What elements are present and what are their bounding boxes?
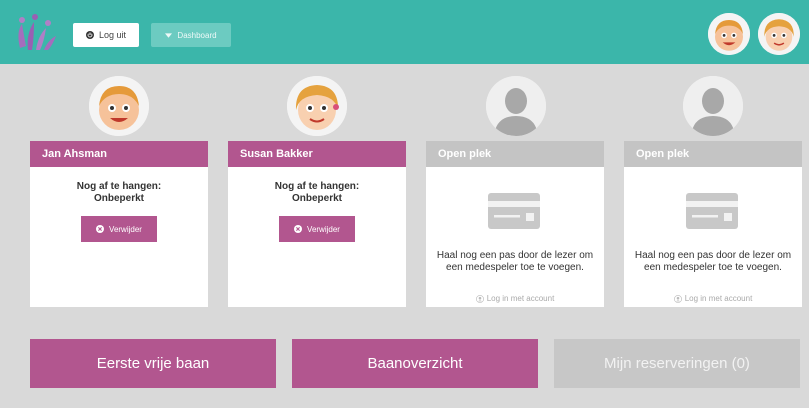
girl-avatar-icon bbox=[287, 76, 347, 136]
player-card-1: Jan Ahsman Nog af te hangen: Onbeperkt V… bbox=[30, 141, 208, 307]
boy-avatar-icon bbox=[708, 13, 750, 55]
boy-avatar-icon bbox=[89, 76, 149, 136]
remaining-value: Onbeperkt bbox=[291, 193, 342, 204]
caret-down-icon bbox=[165, 32, 173, 38]
player-avatar-jan-small[interactable] bbox=[708, 13, 750, 55]
empty-avatar bbox=[683, 76, 743, 136]
first-free-court-button[interactable]: Eerste vrije baan bbox=[30, 339, 276, 388]
remaining-title: Nog af te hangen: bbox=[76, 181, 162, 192]
court-overview-button[interactable]: Baanoverzicht bbox=[292, 339, 538, 388]
login-with-account-link[interactable]: Log in met account bbox=[426, 294, 604, 303]
person-silhouette-icon bbox=[683, 76, 743, 136]
login-label: Log in met account bbox=[486, 294, 555, 303]
card-reader-icon bbox=[488, 193, 540, 229]
player-avatar-jan bbox=[89, 76, 149, 136]
login-with-account-link[interactable]: Log in met account bbox=[624, 294, 802, 303]
dashboard-label: Dashboard bbox=[177, 30, 217, 40]
player-name: Susan Bakker bbox=[228, 141, 406, 167]
user-icon bbox=[673, 294, 682, 303]
open-slot-title: Open plek bbox=[624, 141, 802, 167]
remove-icon bbox=[294, 225, 303, 233]
empty-avatar bbox=[486, 76, 546, 136]
login-label: Log in met account bbox=[684, 294, 753, 303]
player-card-4: Open plek Haal nog een pas door de lezer… bbox=[624, 141, 802, 307]
logout-button[interactable]: Log uit bbox=[73, 23, 139, 47]
remaining-label: Nog af te hangen: Onbeperkt bbox=[30, 181, 208, 205]
person-silhouette-icon bbox=[486, 76, 546, 136]
remove-player-button[interactable]: Verwijder bbox=[81, 216, 157, 242]
player-card-3: Open plek Haal nog een pas door de lezer… bbox=[426, 141, 604, 307]
dashboard-button[interactable]: Dashboard bbox=[151, 23, 231, 47]
player-avatar-susan-small[interactable] bbox=[758, 13, 800, 55]
logo-icon bbox=[18, 14, 56, 50]
card-reader-icon bbox=[686, 193, 738, 229]
open-slot-instruction: Haal nog een pas door de lezer om een me… bbox=[436, 250, 594, 273]
player-card-2: Susan Bakker Nog af te hangen: Onbeperkt… bbox=[228, 141, 406, 307]
player-name: Jan Ahsman bbox=[30, 141, 208, 167]
my-reservations-button[interactable]: Mijn reserveringen (0) bbox=[554, 339, 800, 388]
remaining-title: Nog af te hangen: bbox=[274, 181, 360, 192]
remaining-value: Onbeperkt bbox=[93, 193, 144, 204]
remaining-label: Nog af te hangen: Onbeperkt bbox=[228, 181, 406, 205]
remove-label: Verwijder bbox=[307, 224, 340, 234]
power-icon bbox=[85, 31, 94, 39]
user-icon bbox=[475, 294, 484, 303]
girl-avatar-icon bbox=[758, 13, 800, 55]
open-slot-title: Open plek bbox=[426, 141, 604, 167]
player-avatar-susan bbox=[287, 76, 347, 136]
logout-label: Log uit bbox=[98, 30, 127, 40]
remove-icon bbox=[96, 225, 105, 233]
top-bar: Log uit Dashboard bbox=[0, 0, 809, 64]
remove-label: Verwijder bbox=[109, 224, 142, 234]
open-slot-instruction: Haal nog een pas door de lezer om een me… bbox=[634, 250, 792, 273]
remove-player-button[interactable]: Verwijder bbox=[279, 216, 355, 242]
